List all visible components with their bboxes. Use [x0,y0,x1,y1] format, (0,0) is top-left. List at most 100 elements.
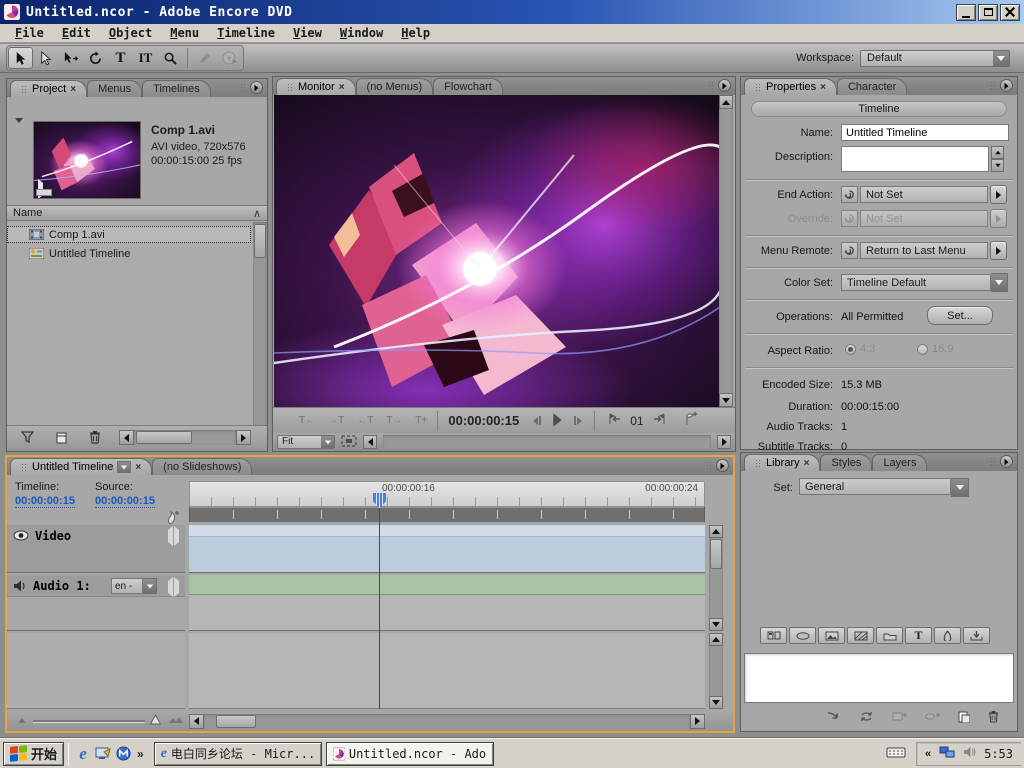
name-column-header[interactable]: Name ∧ [7,205,267,221]
end-action-value[interactable]: Not Set [860,186,988,203]
project-item-comp1[interactable]: Comp 1.avi [7,226,251,243]
properties-panel-menu-button[interactable] [1000,79,1013,92]
monitor-panel-menu-button[interactable] [718,79,731,92]
name-input[interactable] [841,124,1009,141]
new-item-icon[interactable] [958,711,970,726]
zoom-tool-button[interactable] [158,47,183,69]
playhead-line[interactable] [379,509,380,709]
timeline-hscrollbar[interactable] [189,714,705,729]
menu-view[interactable]: View [284,25,331,41]
end-action-menu-button[interactable] [990,185,1007,204]
show-shapes-filter-button[interactable] [934,627,961,644]
end-action-pickwhip-icon[interactable] [841,186,858,203]
library-items-list[interactable] [744,653,1014,703]
vertical-text-tool-button[interactable]: IT [133,47,158,69]
trim-out-icon[interactable]: →T [328,415,344,426]
chapter-strip[interactable] [189,507,705,522]
preview-scrubber[interactable] [36,189,52,196]
show-replacement-filter-button[interactable] [963,627,990,644]
close-tab-icon[interactable]: × [135,462,141,473]
rotate-tool-button[interactable] [83,47,108,69]
language-bar-keyboard-icon[interactable] [886,746,906,762]
trim-in-icon[interactable]: T← [299,415,315,426]
maximize-button[interactable] [978,4,998,21]
color-set-dropdown-arrow[interactable] [991,273,1008,292]
timeline-ruler[interactable]: 00:00:00:16 00:00:00:24 [189,481,705,507]
library-trash-icon[interactable] [988,710,999,726]
tab-menus[interactable]: Menus [87,80,142,97]
zoom-in-mountains-icon[interactable] [168,715,184,727]
minimize-button[interactable] [956,4,976,21]
monitor-hscroll-left[interactable] [363,435,377,449]
direct-select-tool-button[interactable] [33,47,58,69]
project-item-untitled-timeline[interactable]: Untitled Timeline [7,245,251,262]
show-backgrounds-filter-button[interactable] [847,627,874,644]
text-tool-button[interactable]: T [108,47,133,69]
project-list-scrollbar[interactable] [253,222,267,425]
monitor-timecode[interactable]: 00:00:00:15 [448,413,519,428]
add-chapter-icon[interactable] [683,412,697,429]
video-next-clip-icon[interactable] [174,530,179,542]
next-frame-button[interactable] [574,416,582,425]
audio-prev-clip-icon[interactable] [168,581,173,593]
library-set-dropdown[interactable]: General [799,478,969,497]
zoom-out-mountain-icon[interactable] [17,715,29,727]
tab-untitled-timeline[interactable]: Untitled Timeline× [10,458,152,475]
workspace-dropdown-arrow[interactable] [993,51,1009,66]
tab-timelines[interactable]: Timelines [142,80,211,97]
video-prev-clip-icon[interactable] [168,530,173,542]
place-item-icon[interactable] [827,711,841,725]
timeline-timecode-value[interactable]: 00:00:00:15 [15,495,75,508]
add-trim-icon[interactable]: T+ [415,415,427,426]
network-icon[interactable] [939,746,955,762]
tab-no-slideshows[interactable]: (no Slideshows) [152,458,252,475]
menu-file[interactable]: File [6,25,53,41]
close-tab-icon[interactable]: × [339,82,345,93]
color-set-value[interactable]: Timeline Default [841,274,991,291]
workspace-dropdown[interactable]: Default [860,50,1010,67]
play-button[interactable] [555,415,560,427]
menu-remote-pickwhip-icon[interactable] [841,242,858,259]
source-timecode-value[interactable]: 00:00:00:15 [95,495,155,508]
task-button-encore[interactable]: Untitled.ncor - Ado... [326,742,494,766]
aspect-43-radio[interactable] [845,344,856,355]
set-out-icon[interactable]: T→ [386,415,402,426]
override-menu-button[interactable] [990,209,1007,228]
library-panel-menu-button[interactable] [1000,455,1013,468]
audio-language-dropdown[interactable]: en - [111,578,157,594]
timeline-vscrollbar-2[interactable] [709,633,723,709]
set-in-icon[interactable]: ←T [357,415,373,426]
timeline-vscrollbar-1[interactable] [709,525,723,631]
clip-preview-thumbnail[interactable] [33,121,141,199]
previous-chapter-icon[interactable] [607,413,622,428]
tray-expand-chevron[interactable]: « [925,748,931,760]
zoom-slider-track[interactable] [33,720,145,722]
project-panel-menu-button[interactable] [250,81,263,94]
tab-styles[interactable]: Styles [820,454,872,471]
replace-item-icon[interactable] [859,711,874,725]
selection-tool-button[interactable] [8,47,33,69]
tab-monitor[interactable]: Monitor× [276,78,356,95]
audio-clip[interactable] [189,575,705,595]
show-buttons-filter-button[interactable] [789,627,816,644]
tab-no-menus[interactable]: (no Menus) [356,78,434,95]
next-chapter-icon[interactable] [652,413,667,428]
new-item-icon[interactable] [55,431,68,447]
monitor-vscrollbar[interactable] [719,95,733,407]
preview-dvd-tool-button[interactable] [217,47,242,69]
show-desktop-icon[interactable] [93,744,113,764]
sort-collapse-icon[interactable]: ∧ [253,207,261,220]
window-titlebar[interactable]: Untitled.ncor - Adobe Encore DVD [0,0,1024,24]
video-clip[interactable] [189,525,705,573]
operations-set-button[interactable]: Set... [927,306,993,325]
menu-timeline[interactable]: Timeline [208,25,284,41]
tab-flowchart[interactable]: Flowchart [433,78,503,95]
previous-frame-button[interactable] [533,416,541,425]
tab-layers[interactable]: Layers [872,454,927,471]
monitor-zoom-dropdown[interactable]: Fit [277,435,335,449]
override-pickwhip-icon[interactable] [841,210,858,227]
audio-track-lane[interactable] [189,575,705,631]
edit-original-tool-button[interactable] [192,47,217,69]
tab-project[interactable]: Project× [10,80,87,97]
monitor-hscrollbar[interactable] [383,435,711,449]
